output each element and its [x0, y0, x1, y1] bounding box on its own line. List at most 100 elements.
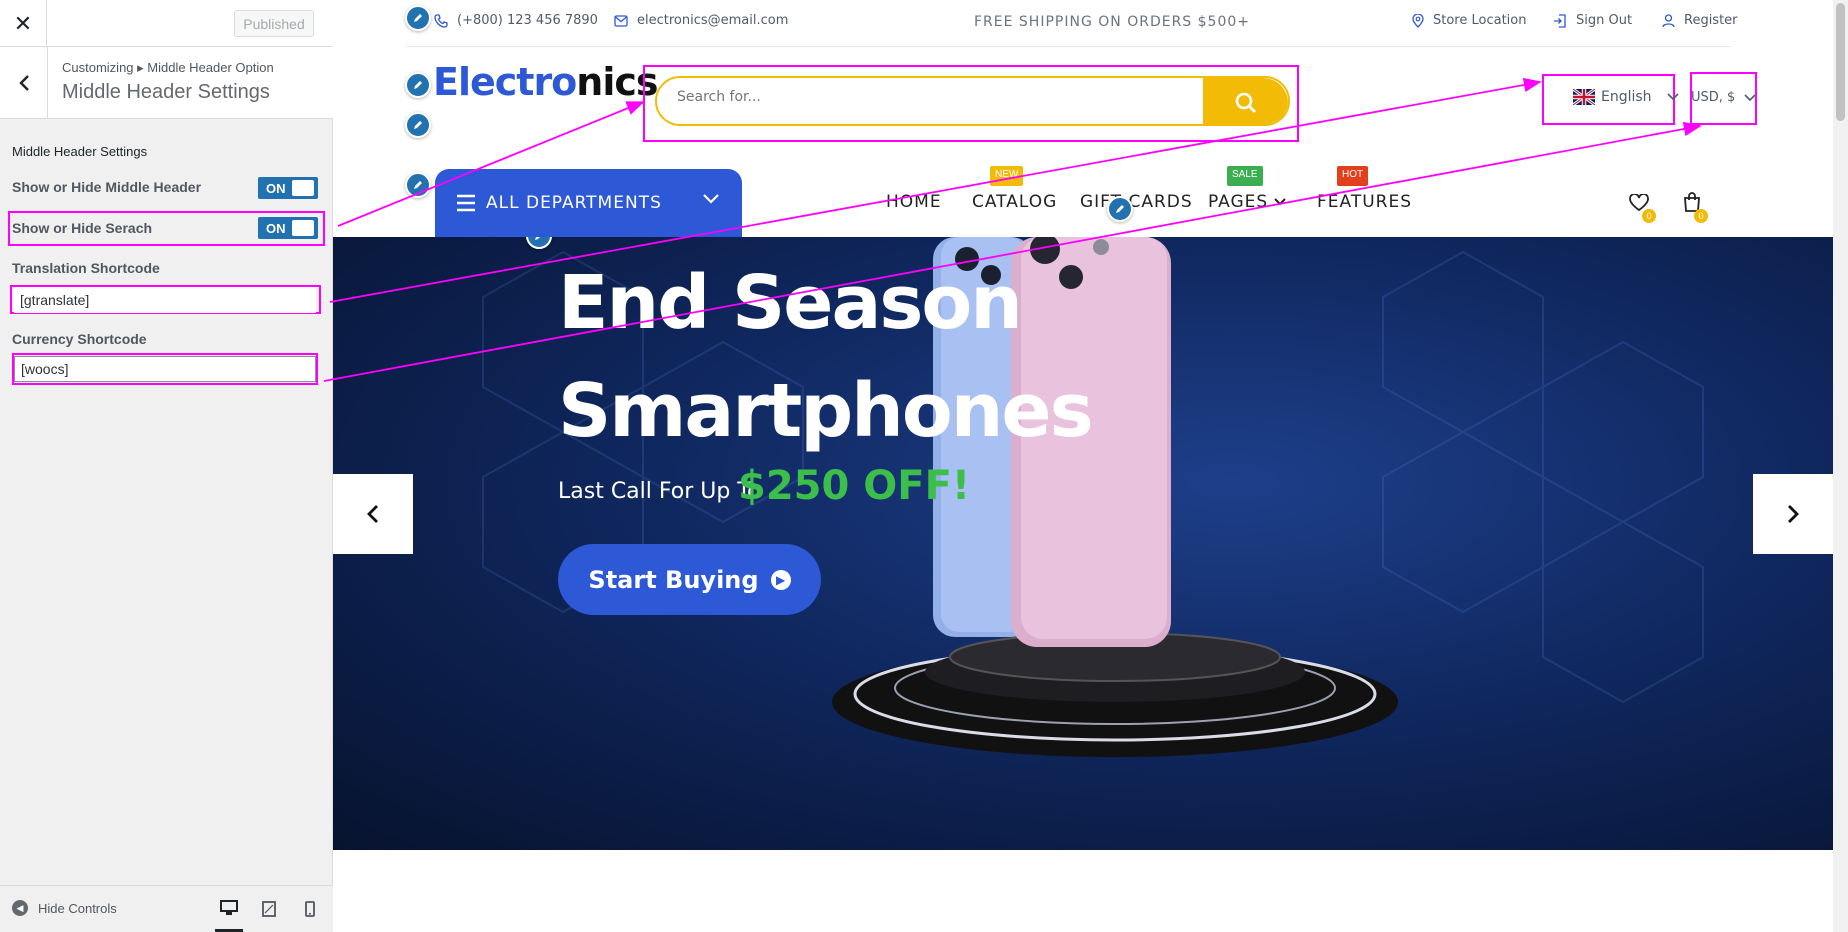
section-title: Middle Header Settings — [62, 81, 270, 103]
toggle-state: ON — [266, 220, 286, 236]
user-icon — [1662, 13, 1675, 27]
currency-shortcode-label: Currency Shortcode — [12, 331, 147, 347]
site-preview: (+800) 123 456 7890 electronics@email.co… — [333, 0, 1848, 932]
chevron-left-icon — [367, 505, 378, 523]
collapse-icon: ◀ — [12, 900, 28, 916]
toggle-state: ON — [266, 180, 286, 196]
store-location-text: Store Location — [1433, 13, 1527, 28]
close-customizer-button[interactable]: ✕ — [0, 0, 47, 47]
show-middle-header-label: Show or Hide Middle Header — [12, 179, 202, 195]
topbar-divider — [406, 46, 1731, 47]
search-bar — [655, 76, 1290, 126]
hero-discount: $250 OFF! — [738, 463, 971, 509]
chevron-down-icon — [1744, 93, 1756, 101]
uk-flag-icon — [1573, 89, 1595, 105]
preview-desktop-button[interactable] — [215, 898, 243, 932]
wishlist-count: 0 — [1642, 209, 1656, 223]
translation-shortcode-input[interactable] — [14, 287, 316, 313]
scrollbar-thumb[interactable] — [1836, 3, 1845, 121]
published-button[interactable]: Published — [234, 10, 314, 37]
breadcrumb: Customizing ▸ Middle Header Option — [62, 60, 274, 75]
search-input[interactable] — [677, 89, 1117, 105]
start-buying-label: Start Buying — [588, 565, 759, 594]
preview-tablet-button[interactable] — [255, 898, 283, 920]
register-text: Register — [1684, 13, 1738, 28]
tablet-icon — [262, 901, 276, 917]
sign-out-text: Sign Out — [1576, 13, 1633, 28]
section-header: Customizing ▸ Middle Header Option Middl… — [0, 47, 333, 119]
edit-nav-pencil-icon[interactable] — [405, 172, 431, 198]
show-search-toggle[interactable]: ON — [258, 217, 318, 239]
topbar-sign-out[interactable]: Sign Out — [1553, 13, 1632, 28]
topbar-store-location[interactable]: Store Location — [1412, 13, 1526, 28]
hide-controls-label: Hide Controls — [38, 900, 117, 916]
sale-badge: SALE — [1227, 166, 1263, 186]
topbar-phone[interactable]: (+800) 123 456 7890 — [434, 13, 598, 28]
nav-item-gift-cards[interactable]: GIFT CARDS — [1080, 192, 1193, 212]
toggle-knob — [292, 180, 314, 196]
wishlist-button[interactable]: 0 — [1629, 193, 1656, 223]
edit-logo-pencil-icon[interactable] — [405, 72, 431, 98]
show-middle-header-toggle[interactable]: ON — [258, 177, 318, 199]
departments-label: ALL DEPARTMENTS — [486, 193, 662, 213]
new-badge: NEW — [990, 166, 1024, 186]
chevron-down-icon — [1666, 93, 1679, 101]
hamburger-menu-icon — [457, 194, 475, 212]
shipping-notice: FREE SHIPPING ON ORDERS $500+ — [974, 14, 1250, 30]
pages-label: PAGES — [1208, 192, 1269, 212]
show-search-label: Show or Hide Serach — [12, 220, 153, 236]
back-button[interactable] — [0, 47, 48, 119]
hot-badge: HOT — [1337, 166, 1369, 186]
chevron-right-icon — [1788, 505, 1799, 523]
slider-prev-button[interactable] — [333, 474, 413, 554]
nav-item-features[interactable]: FEATURES — [1317, 192, 1412, 212]
search-icon — [1235, 92, 1256, 113]
toggle-knob — [292, 220, 314, 236]
desktop-icon — [220, 900, 238, 915]
sign-out-icon — [1554, 13, 1566, 28]
arrow-right-icon: ▶ — [770, 569, 791, 590]
nav-item-home[interactable]: HOME — [886, 192, 942, 212]
language-label: English — [1601, 89, 1652, 105]
chevron-left-icon — [18, 75, 29, 91]
panel-header: ✕ Published — [0, 0, 333, 47]
customizer-panel: ✕ Published Customizing ▸ Middle Header … — [0, 0, 333, 932]
currency-selector[interactable]: USD, $ — [1691, 90, 1757, 105]
controls-heading: Middle Header Settings — [12, 144, 148, 159]
nav-item-pages[interactable]: PAGES — [1208, 192, 1286, 212]
mail-icon — [614, 14, 628, 27]
hero-slider: End Season Smartphones Last Call For Up … — [333, 237, 1833, 850]
topbar-register[interactable]: Register — [1662, 13, 1738, 28]
hero-subtitle: Last Call For Up To — [558, 479, 761, 504]
site-logo[interactable]: Electronics — [433, 60, 659, 104]
hide-controls-button[interactable]: ◀ Hide Controls — [12, 900, 117, 916]
mobile-icon — [305, 901, 315, 917]
phone-text: (+800) 123 456 7890 — [457, 13, 598, 28]
logo-part-1: Electro — [433, 60, 577, 104]
currency-label: USD, $ — [1691, 90, 1736, 105]
all-departments-button[interactable]: ALL DEPARTMENTS — [435, 169, 742, 237]
nav-item-catalog[interactable]: CATALOG — [972, 192, 1057, 212]
start-buying-button[interactable]: Start Buying ▶ — [558, 544, 821, 615]
scrollbar[interactable] — [1833, 0, 1848, 932]
email-text: electronics@email.com — [637, 13, 789, 28]
close-icon: ✕ — [13, 10, 33, 36]
search-button[interactable] — [1203, 78, 1288, 124]
panel-footer: ◀ Hide Controls — [0, 885, 333, 932]
phone-icon — [434, 13, 448, 28]
hero-title: End Season Smartphones — [558, 260, 1094, 454]
translation-shortcode-label: Translation Shortcode — [12, 260, 160, 276]
cart-button[interactable]: 0 — [1683, 192, 1708, 223]
preview-mobile-button[interactable] — [296, 898, 324, 920]
chevron-down-icon — [703, 194, 719, 204]
cart-count: 0 — [1694, 209, 1708, 223]
edit-menu-pencil-icon[interactable] — [1107, 196, 1133, 222]
language-selector[interactable]: English — [1573, 89, 1680, 105]
topbar-email[interactable]: electronics@email.com — [614, 13, 788, 28]
edit-topbar-pencil-icon[interactable] — [405, 5, 431, 31]
edit-header-pencil-icon[interactable] — [405, 112, 431, 138]
slider-next-button[interactable] — [1753, 474, 1833, 554]
chevron-down-icon — [1274, 198, 1286, 206]
location-pin-icon — [1412, 13, 1424, 28]
currency-shortcode-input[interactable] — [14, 356, 316, 382]
